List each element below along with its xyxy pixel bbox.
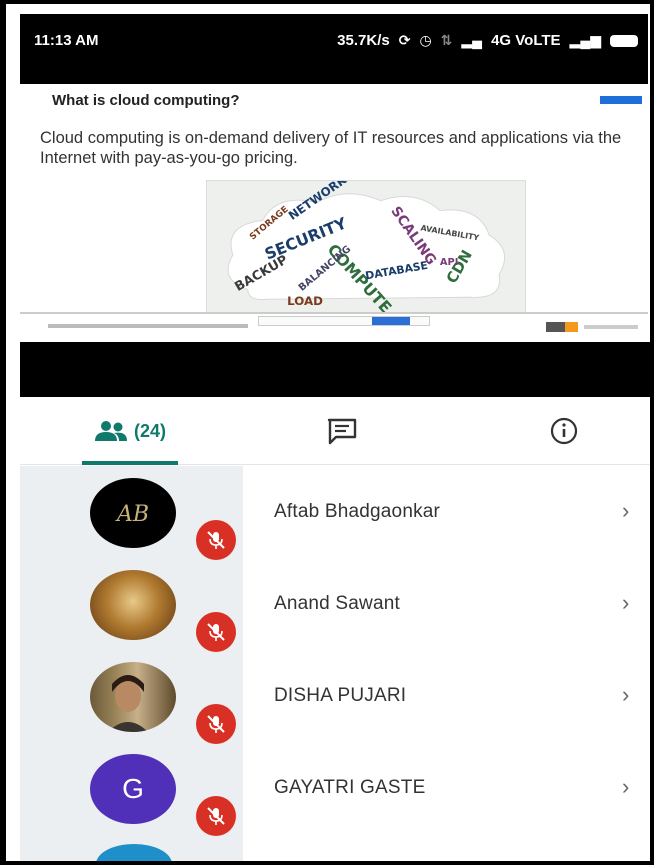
tab-info[interactable] bbox=[540, 397, 588, 465]
chevron-right-icon: › bbox=[622, 590, 630, 615]
avatar: AB bbox=[90, 478, 176, 548]
slide-badge bbox=[600, 96, 642, 104]
aws-logo bbox=[546, 322, 578, 332]
participant-count: (24) bbox=[133, 420, 166, 441]
chevron-right-icon: › bbox=[622, 774, 630, 799]
participant-name: Aftab Bhadgaonkar bbox=[274, 501, 441, 522]
status-icons: 35.7K/s ⟳ ◷ ⇅ ▂▄ 4G VoLTE ▂▄▆ bbox=[337, 32, 638, 49]
participant-name: GAYATRI GASTE bbox=[274, 777, 426, 798]
video-letterbox bbox=[20, 342, 650, 397]
participant-name: DISHA PUJARI bbox=[274, 685, 407, 706]
avatar bbox=[90, 662, 176, 732]
wc-api: API bbox=[440, 257, 459, 268]
meeting-tabs: (24) bbox=[20, 397, 650, 465]
shared-slide: What is cloud computing? Cloud computing… bbox=[20, 84, 648, 342]
participant-row[interactable]: Anand Sawant › bbox=[20, 558, 650, 652]
tab-participants[interactable]: (24) bbox=[82, 397, 178, 465]
avatar-ab-image: AB bbox=[115, 502, 149, 527]
sync-icon: ⟳ bbox=[398, 32, 411, 48]
data-arrows-icon: ⇅ bbox=[440, 32, 453, 48]
chevron-right-icon: › bbox=[622, 498, 630, 523]
signal-icon-2: ▂▄▆ bbox=[569, 32, 601, 48]
people-icon bbox=[94, 421, 127, 441]
status-bar: 11:13 AM 35.7K/s ⟳ ◷ ⇅ ▂▄ 4G VoLTE ▂▄▆ bbox=[20, 14, 648, 84]
word-cloud-image: SECURITY COMPUTE SCALING DATABASE BACKUP… bbox=[206, 180, 526, 318]
mic-off-badge bbox=[196, 704, 236, 744]
mic-off-icon bbox=[207, 715, 225, 733]
svg-text:AB: AB bbox=[115, 502, 149, 527]
battery-icon bbox=[610, 34, 638, 47]
signal-icon: ▂▄ bbox=[461, 32, 483, 48]
network-type: 4G VoLTE bbox=[491, 32, 561, 49]
participant-row[interactable]: AB Aftab Bhadgaonkar › bbox=[20, 466, 650, 560]
participant-name: Anand Sawant bbox=[274, 593, 400, 614]
slide-footer bbox=[20, 312, 648, 342]
mic-off-icon bbox=[207, 623, 225, 641]
status-time: 11:13 AM bbox=[34, 32, 99, 49]
slide-body: Cloud computing is on-demand delivery of… bbox=[40, 129, 622, 167]
slide-title: What is cloud computing? bbox=[52, 92, 240, 109]
avatar bbox=[90, 570, 176, 640]
active-tab-indicator bbox=[82, 461, 178, 465]
participant-row[interactable]: G GAYATRI GASTE › bbox=[20, 742, 650, 836]
mic-off-badge bbox=[196, 520, 236, 560]
mic-off-icon bbox=[207, 531, 225, 549]
chevron-right-icon: › bbox=[622, 682, 630, 707]
alarm-icon: ◷ bbox=[419, 32, 432, 48]
avatar: G bbox=[90, 754, 176, 824]
chat-icon bbox=[327, 418, 357, 445]
mic-off-badge bbox=[196, 796, 236, 836]
network-speed: 35.7K/s bbox=[337, 32, 390, 49]
participant-row[interactable]: DISHA PUJARI › bbox=[20, 650, 650, 744]
phone-frame: 11:13 AM 35.7K/s ⟳ ◷ ⇅ ▂▄ 4G VoLTE ▂▄▆ W… bbox=[0, 0, 654, 865]
wc-load: LOAD bbox=[287, 294, 323, 308]
mic-off-icon bbox=[207, 807, 225, 825]
aws-text bbox=[584, 325, 638, 329]
footer-button bbox=[372, 317, 410, 325]
avatar-photo bbox=[108, 675, 148, 732]
info-icon bbox=[550, 417, 578, 445]
mic-off-badge bbox=[196, 612, 236, 652]
word-cloud-svg: SECURITY COMPUTE SCALING DATABASE BACKUP… bbox=[227, 181, 506, 317]
footer-copyright bbox=[48, 324, 248, 328]
participant-list: AB Aftab Bhadgaonkar › Anand Sawant › DI… bbox=[20, 466, 650, 861]
tab-chat[interactable] bbox=[318, 397, 366, 465]
